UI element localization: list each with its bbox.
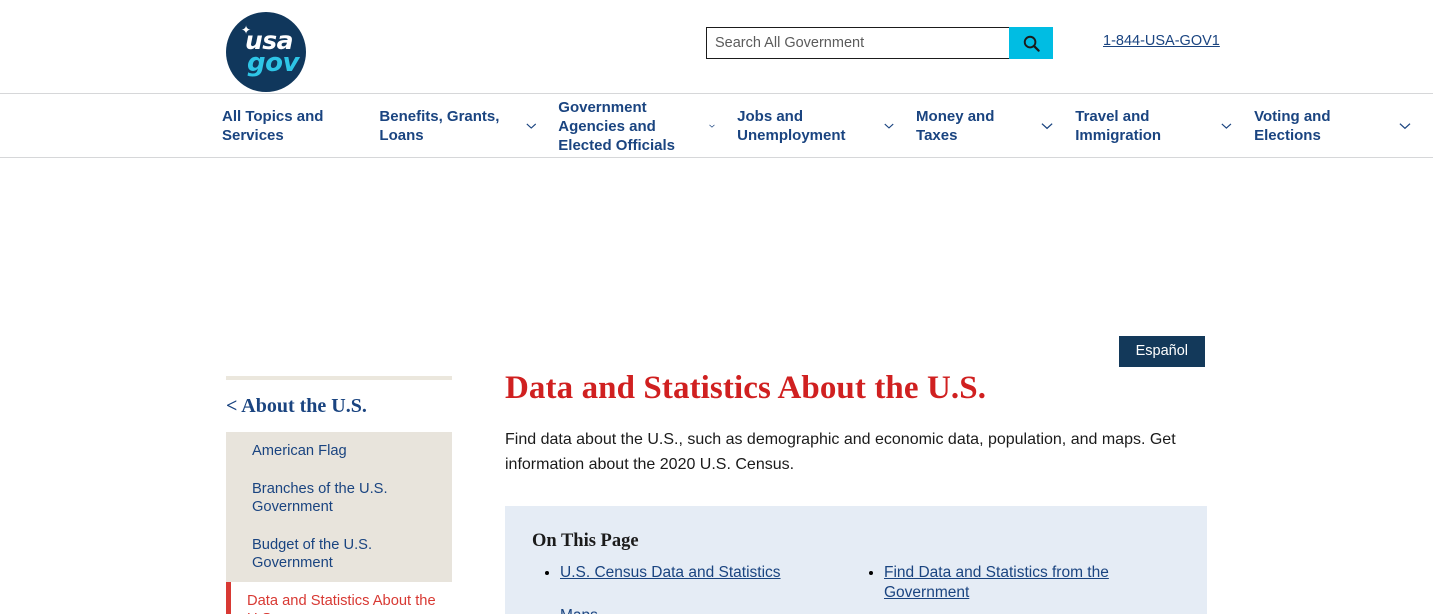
nav-item-label: Government Agencies and Elected Official… — [558, 98, 675, 154]
on-this-page-panel: On This Page U.S. Census Data and Statis… — [505, 506, 1207, 614]
on-this-page-title: On This Page — [532, 531, 639, 551]
nav-item-6[interactable]: Voting and Elections — [1254, 107, 1411, 145]
list-item: Maps — [560, 606, 856, 614]
nav-item-4[interactable]: Money and Taxes — [916, 107, 1053, 145]
nav-item-2[interactable]: Government Agencies and Elected Official… — [558, 98, 715, 155]
sidebar-item-label: Data and Statistics About the U.S. — [247, 593, 436, 614]
sidebar-item-label: Budget of the U.S. Government — [252, 537, 373, 571]
sidebar-item[interactable]: Branches of the U.S. Government — [226, 470, 452, 526]
on-this-page-link[interactable]: U.S. Census Data and Statistics — [560, 564, 781, 581]
nav-item-0[interactable]: All Topics and Services — [222, 107, 357, 145]
logo-text-gov: gov — [247, 48, 299, 78]
sidebar-item-active[interactable]: Data and Statistics About the U.S. — [226, 582, 452, 614]
nav-item-label: Travel and Immigration — [1075, 108, 1162, 144]
chevron-down-icon[interactable] — [1221, 122, 1232, 130]
main-column: Data and Statistics About the U.S. Find … — [505, 370, 1207, 614]
chevron-down-icon[interactable] — [709, 122, 715, 130]
nav-item-1[interactable]: Benefits, Grants, Loans — [379, 107, 536, 145]
on-this-page-link[interactable]: Maps — [560, 607, 598, 614]
chevron-down-icon[interactable] — [884, 122, 894, 130]
usagov-logo[interactable]: ✦ usa gov — [226, 12, 306, 92]
list-item: U.S. Census Data and Statistics — [560, 563, 856, 583]
page-intro-text: Find data about the U.S., such as demogr… — [505, 431, 1176, 473]
sidebar: < About the U.S. American Flag Branches o… — [226, 376, 452, 614]
logo-circle: ✦ usa gov — [226, 12, 306, 92]
nav-item-5[interactable]: Travel and Immigration — [1075, 107, 1232, 145]
chevron-down-icon[interactable] — [526, 122, 537, 130]
site-header: ✦ usa gov 1-844-USA-GOV1 — [0, 0, 1433, 94]
on-this-page-list-left: U.S. Census Data and Statistics Maps — [532, 563, 856, 614]
nav-item-3[interactable]: Jobs and Unemployment — [737, 107, 894, 145]
primary-navigation: All Topics and Services Benefits, Grants,… — [0, 94, 1433, 158]
on-this-page-column-right: Find Data and Statistics from the Govern… — [856, 563, 1180, 614]
sidebar-item-label: Branches of the U.S. Government — [252, 481, 388, 515]
language-toggle-button[interactable]: Español — [1118, 336, 1205, 367]
search-input[interactable] — [706, 27, 1009, 59]
nav-item-label: Money and Taxes — [916, 108, 995, 144]
sidebar-item-label: American Flag — [252, 443, 347, 459]
page-content: Español < About the U.S. American Flag Br… — [0, 158, 1433, 614]
phone-link[interactable]: 1-844-USA-GOV1 — [1103, 33, 1220, 49]
sidebar-item[interactable]: Budget of the U.S. Government — [226, 526, 452, 582]
sidebar-back-heading[interactable]: < About the U.S. — [226, 380, 452, 432]
on-this-page-list-right: Find Data and Statistics from the Govern… — [856, 563, 1180, 603]
nav-item-label: All Topics and Services — [222, 108, 324, 144]
chevron-down-icon[interactable] — [1041, 122, 1053, 130]
search-form — [706, 27, 1053, 59]
search-icon — [1023, 35, 1040, 52]
nav-item-label: Voting and Elections — [1254, 108, 1331, 144]
on-this-page-link[interactable]: Find Data and Statistics from the Govern… — [884, 564, 1109, 601]
nav-item-label: Benefits, Grants, Loans — [379, 108, 500, 144]
sidebar-item[interactable]: American Flag — [226, 432, 452, 470]
on-this-page-column-left: U.S. Census Data and Statistics Maps — [532, 563, 856, 614]
search-button[interactable] — [1009, 27, 1053, 59]
chevron-down-icon[interactable] — [1399, 122, 1411, 130]
page-title: Data and Statistics About the U.S. — [505, 370, 987, 406]
list-item: Find Data and Statistics from the Govern… — [884, 563, 1180, 603]
sidebar-list: American Flag Branches of the U.S. Govern… — [226, 432, 452, 614]
nav-item-label: Jobs and Unemployment — [737, 108, 846, 144]
